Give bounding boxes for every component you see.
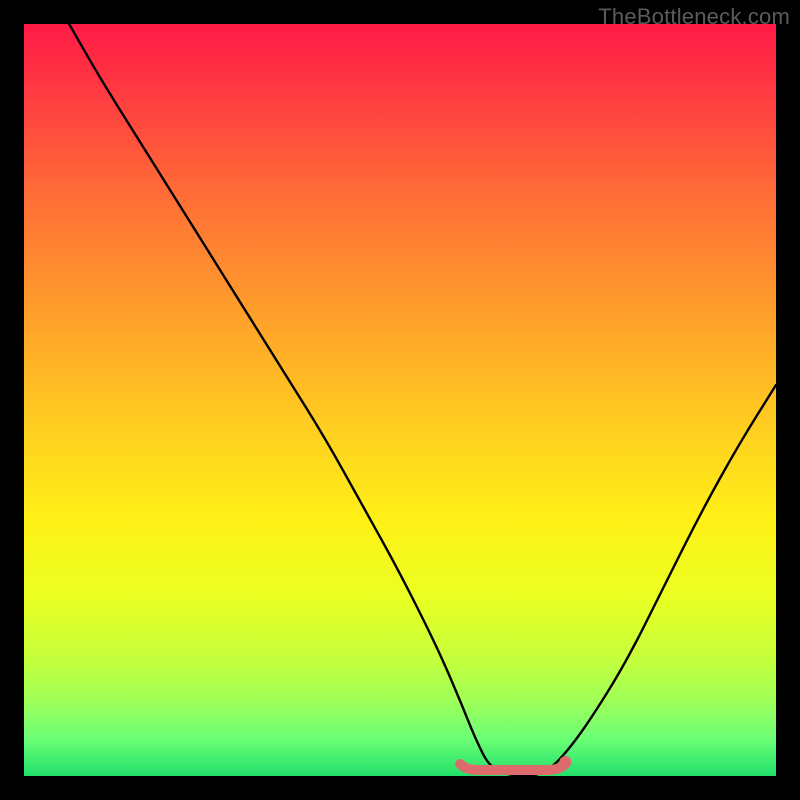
curve-overlay — [24, 24, 776, 776]
watermark-source: TheBottleneck.com — [598, 4, 790, 30]
chart-frame: TheBottleneck.com — [0, 0, 800, 800]
optimal-range-highlight — [460, 764, 565, 770]
optimal-range-end-dot — [559, 756, 571, 768]
bottleneck-curve — [69, 24, 776, 776]
plot-area — [24, 24, 776, 776]
